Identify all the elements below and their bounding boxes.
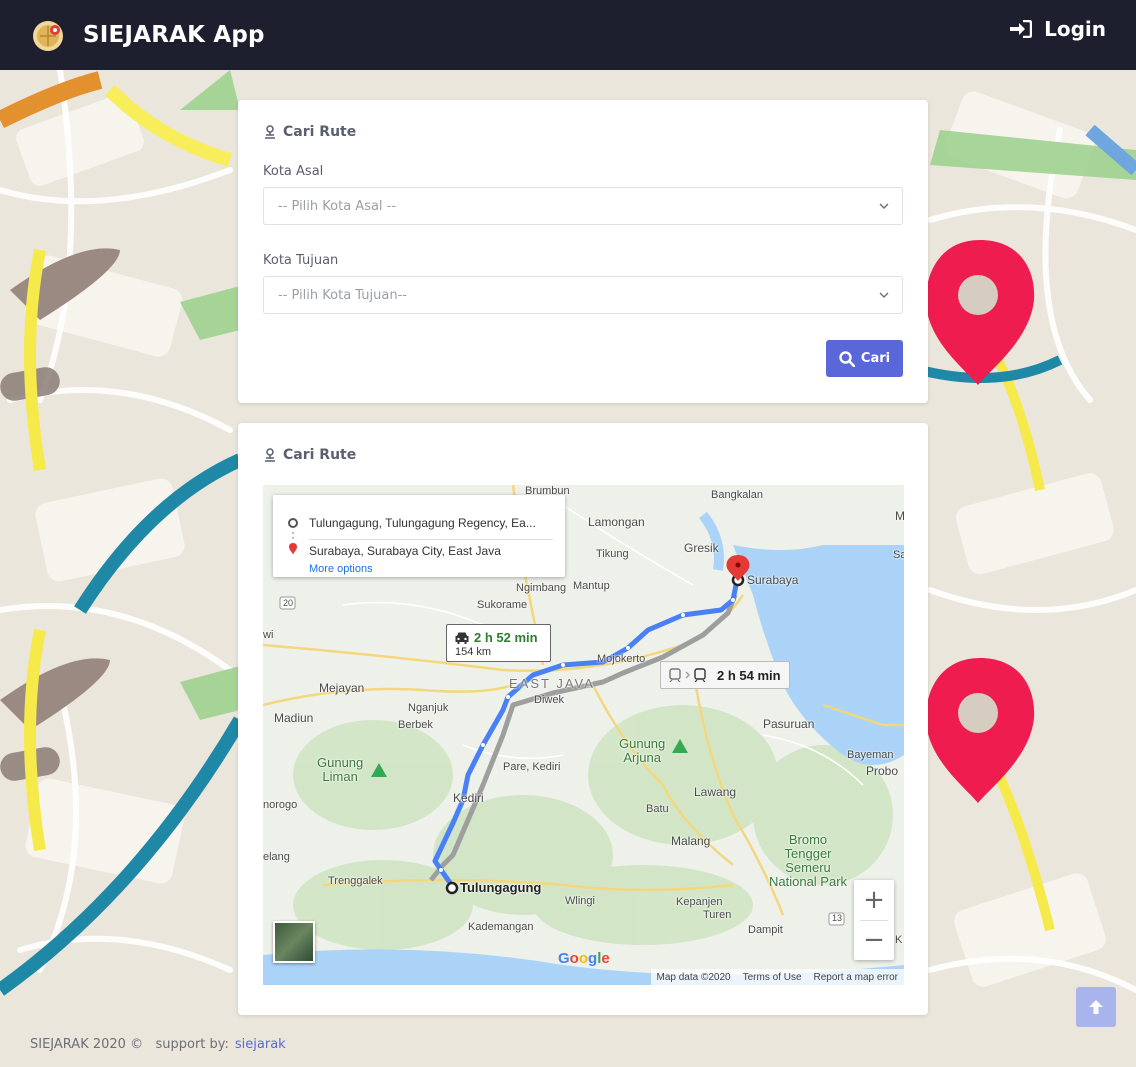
footer-link[interactable]: siejarak: [235, 1037, 286, 1052]
place-label: Diwek: [534, 694, 564, 706]
logo-globe-icon[interactable]: [30, 15, 70, 55]
route-map[interactable]: Brumbun Bangkalan M Lamongan Gresik Sa T…: [263, 485, 904, 985]
search-button-label: Cari: [860, 351, 891, 366]
road-shield-label: 20: [283, 598, 294, 608]
login-button[interactable]: Login: [1010, 17, 1106, 41]
place-label: Berbek: [398, 719, 433, 731]
car-icon: [455, 632, 469, 644]
destination-select[interactable]: -- Pilih Kota Tujuan--: [263, 276, 903, 314]
place-label: Batu: [646, 803, 669, 815]
place-label: Mantup: [573, 580, 610, 592]
place-label: wi: [263, 629, 274, 641]
terms-link[interactable]: Terms of Use: [743, 972, 802, 983]
national-park-label: Bromo Tengger Semeru National Park: [769, 832, 848, 889]
search-button[interactable]: Cari: [826, 340, 903, 377]
place-label: elang: [263, 851, 290, 863]
page-footer: SIEJARAK 2020 © support by: siejarak: [30, 1037, 286, 1052]
place-label: Surabaya: [747, 573, 799, 587]
divider: [860, 920, 888, 921]
transit-time-box[interactable]: 2 h 54 min: [660, 661, 790, 689]
place-label: Bayeman: [847, 749, 894, 761]
train-icon: [669, 668, 706, 682]
more-options-link[interactable]: More options: [309, 563, 373, 575]
region-label: EAST JAVA: [509, 676, 595, 691]
drive-time: 2 h 52 min: [474, 630, 538, 645]
place-label: Probo: [866, 764, 899, 778]
place-label: Trenggalek: [328, 875, 383, 887]
place-label: Pare, Kediri: [503, 761, 561, 773]
road-shield-label: 13: [832, 913, 843, 923]
origin-label: Kota Asal: [263, 164, 324, 179]
place-label: Lamongan: [588, 515, 645, 529]
map-attribution: Map data ©2020 Terms of Use Report a map…: [650, 969, 904, 985]
chevron-down-icon: [879, 203, 889, 209]
place-label: Tulungagung: [460, 880, 542, 895]
zoom-controls: + −: [854, 880, 894, 960]
report-error-link[interactable]: Report a map error: [814, 972, 898, 983]
arrow-up-icon: [1089, 1000, 1103, 1014]
origin-text[interactable]: Tulungagung, Tulungagung Regency, Ea...: [309, 516, 536, 530]
zoom-out-button[interactable]: −: [854, 920, 894, 960]
place-label: Dampit: [748, 924, 783, 936]
destination-label: Kota Tujuan: [263, 253, 339, 268]
transit-time: 2 h 54 min: [717, 667, 781, 683]
route-icon: [265, 448, 275, 462]
place-label: K: [895, 934, 903, 946]
place-label: Malang: [671, 834, 711, 848]
place-label: Bangkalan: [711, 489, 763, 501]
destination-text[interactable]: Surabaya, Surabaya City, East Java: [309, 544, 501, 558]
place-label: Kademangan: [468, 921, 534, 933]
google-logo: Google: [558, 950, 610, 967]
origin-placeholder: -- Pilih Kota Asal --: [278, 198, 397, 214]
route-result-card: Cari Rute Brumbun Bangkalan M Lamongan G…: [238, 423, 928, 1015]
place-label: Kediri: [453, 791, 484, 805]
place-label: Lawang: [694, 785, 737, 799]
place-label: Gresik: [684, 541, 719, 555]
footer-text: SIEJARAK 2020 © support by:: [30, 1037, 229, 1052]
card-title: Cari Rute: [263, 124, 356, 140]
card-title-text: Cari Rute: [283, 124, 357, 140]
zoom-in-button[interactable]: +: [854, 880, 894, 920]
search-icon: [839, 350, 855, 367]
place-label: Sa: [893, 549, 904, 561]
drive-time-box[interactable]: 2 h 52 min 154 km: [446, 624, 551, 662]
mountain-label: Gunung Arjuna: [619, 736, 666, 765]
place-label: Wlingi: [565, 895, 595, 907]
origin-circle-icon: [288, 518, 298, 555]
mountain-label: Gunung Liman: [317, 755, 364, 784]
card-title: Cari Rute: [263, 447, 356, 463]
place-label: Tikung: [596, 548, 629, 560]
login-label: Login: [1044, 17, 1106, 41]
place-label: Ngimbang: [516, 582, 567, 594]
search-route-card: Cari Rute Kota Asal -- Pilih Kota Asal -…: [238, 100, 928, 403]
navbar: SIEJARAK App Login: [0, 0, 1136, 70]
chevron-down-icon: [879, 292, 889, 298]
directions-panel: Tulungagung, Tulungagung Regency, Ea... …: [273, 495, 565, 577]
destination-placeholder: -- Pilih Kota Tujuan--: [278, 287, 407, 303]
place-label: Madiun: [274, 711, 314, 725]
route-icon: [265, 125, 275, 139]
map-data-text: Map data ©2020: [656, 971, 731, 983]
place-label: Nganjuk: [408, 702, 449, 714]
back-to-top-button[interactable]: [1076, 987, 1116, 1027]
sign-in-icon: [1010, 20, 1033, 38]
place-label: Mojokerto: [597, 653, 646, 665]
card-title-text: Cari Rute: [283, 447, 357, 463]
place-label: norogo: [263, 799, 298, 811]
drive-distance: 154 km: [455, 646, 492, 658]
brand-name[interactable]: SIEJARAK App: [83, 22, 265, 48]
origin-select[interactable]: -- Pilih Kota Asal --: [263, 187, 903, 225]
satellite-toggle[interactable]: [273, 921, 315, 963]
place-label: Pasuruan: [763, 717, 815, 731]
place-label: Kepanjen: [676, 896, 723, 908]
place-label: M: [895, 509, 904, 523]
place-label: Mejayan: [319, 681, 365, 695]
divider: [309, 539, 553, 540]
place-label: Sukorame: [477, 599, 528, 611]
place-label: Turen: [703, 909, 732, 921]
